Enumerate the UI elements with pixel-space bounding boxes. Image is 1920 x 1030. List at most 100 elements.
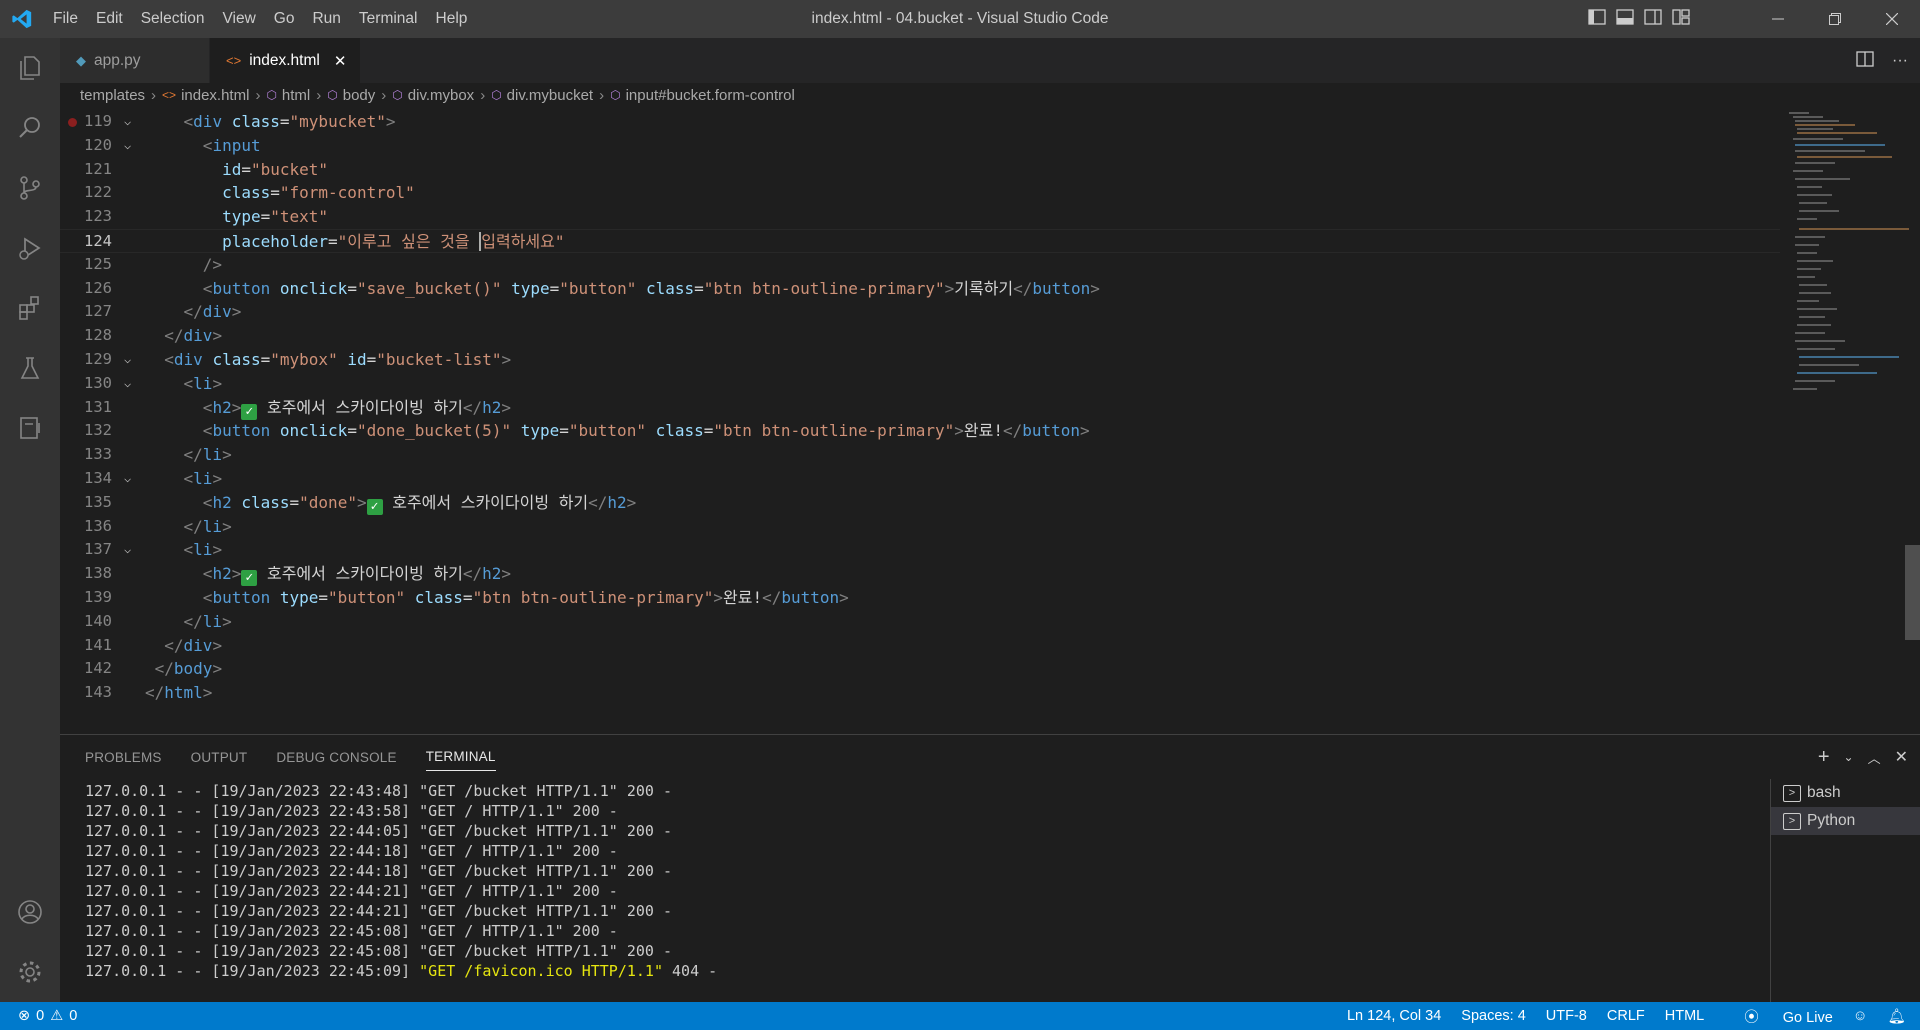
- code-line[interactable]: 140 </li>: [60, 610, 1780, 634]
- code-line[interactable]: 141 </div>: [60, 634, 1780, 658]
- warning-icon: ⚠: [50, 1008, 64, 1024]
- terminal-instance-python[interactable]: > Python: [1771, 807, 1920, 835]
- restore-icon[interactable]: [1806, 0, 1863, 38]
- code-line[interactable]: 142 </body>: [60, 657, 1780, 681]
- toggle-secondary-sidebar-icon[interactable]: [1644, 9, 1662, 29]
- search-icon[interactable]: [0, 98, 60, 158]
- code-line[interactable]: 119 ⌵ <div class="mybucket">: [60, 110, 1780, 134]
- code-line[interactable]: 132 <button onclick="done_bucket(5)" typ…: [60, 419, 1780, 443]
- terminal-instance-bash[interactable]: > bash: [1771, 779, 1920, 807]
- code-line[interactable]: 128 </div>: [60, 324, 1780, 348]
- code-text: <h2> ✓ 호주에서 스카이다이빙 하기</h2>: [202, 564, 512, 587]
- code-line[interactable]: 133 </li>: [60, 443, 1780, 467]
- chevron-down-icon[interactable]: ⌄: [1844, 750, 1854, 764]
- close-tab-icon[interactable]: ✕: [334, 52, 347, 70]
- breadcrumb-item[interactable]: <> index.html: [162, 87, 249, 104]
- code-line[interactable]: 130 ⌵ <li>: [60, 372, 1780, 396]
- chevron-right-icon: ›: [599, 86, 605, 104]
- go-live-button[interactable]: ⦿ Go Live: [1724, 1006, 1833, 1027]
- code-text: <li>: [183, 540, 223, 560]
- code-line[interactable]: 126 <button onclick="save_bucket()" type…: [60, 277, 1780, 301]
- fold-chevron-icon[interactable]: ⌵: [124, 110, 131, 134]
- code-editor[interactable]: 119 ⌵ <div class="mybucket"> 120 ⌵ <input …: [60, 110, 1920, 734]
- breadcrumb-item[interactable]: ⬡ input#bucket.form-control: [610, 87, 795, 104]
- tab-app-py[interactable]: ◆ app.py: [60, 38, 210, 83]
- code-line[interactable]: 139 <button type="button" class="btn btn…: [60, 586, 1780, 610]
- menu-go[interactable]: Go: [265, 0, 304, 38]
- indentation[interactable]: Spaces: 4: [1461, 1008, 1526, 1024]
- feedback-icon[interactable]: ☺: [1853, 1008, 1868, 1024]
- code-line[interactable]: 138 <h2> ✓ 호주에서 스카이다이빙 하기</h2>: [60, 562, 1780, 587]
- account-icon[interactable]: [0, 882, 60, 942]
- code-line[interactable]: 131 <h2> ✓ 호주에서 스카이다이빙 하기</h2>: [60, 396, 1780, 420]
- fold-chevron-icon[interactable]: ⌵: [124, 348, 131, 372]
- breadcrumb-item[interactable]: ⬡ div.mybucket: [491, 87, 593, 104]
- cursor-position[interactable]: Ln 124, Col 34: [1347, 1008, 1441, 1024]
- fold-chevron-icon[interactable]: ⌵: [124, 538, 131, 562]
- tab-output[interactable]: OUTPUT: [191, 744, 248, 771]
- code-text: <li>: [183, 373, 223, 393]
- terminal-output[interactable]: 127.0.0.1 - - [19/Jan/2023 22:43:48] "GE…: [85, 781, 1525, 991]
- code-line[interactable]: 135 <h2 class="done"> ✓ 호주에서 스카이다이빙 하기</h…: [60, 491, 1780, 515]
- menu-selection[interactable]: Selection: [132, 0, 214, 38]
- tab-debug-console[interactable]: DEBUG CONSOLE: [276, 744, 396, 771]
- fold-chevron-icon[interactable]: ⌵: [124, 467, 131, 491]
- code-line[interactable]: 123 type="text": [60, 205, 1780, 229]
- split-editor-icon[interactable]: [1856, 50, 1874, 71]
- minimap[interactable]: [1785, 108, 1909, 398]
- status-bar: ⊗ 0 ⚠ 0 Ln 124, Col 34 Spaces: 4 UTF-8 CRL…: [0, 1002, 1920, 1030]
- code-text: </li>: [183, 445, 232, 465]
- close-window-icon[interactable]: [1863, 0, 1920, 38]
- code-line[interactable]: 143 </html>: [60, 681, 1780, 705]
- menu-terminal[interactable]: Terminal: [350, 0, 427, 38]
- notifications-bell-icon[interactable]: 🔔︎: [1888, 1008, 1906, 1025]
- close-panel-icon[interactable]: ✕: [1895, 747, 1908, 767]
- code-line[interactable]: 137 ⌵ <li>: [60, 538, 1780, 562]
- fold-chevron-icon[interactable]: ⌵: [124, 134, 131, 158]
- menu-file[interactable]: File: [44, 0, 87, 38]
- menu-help[interactable]: Help: [427, 0, 477, 38]
- code-text: />: [202, 254, 223, 274]
- code-line-current[interactable]: 124 placeholder="이루고 싶은 것을 입력하세요": [60, 229, 1780, 253]
- new-terminal-icon[interactable]: +: [1818, 746, 1830, 769]
- toggle-panel-icon[interactable]: [1616, 9, 1634, 29]
- customize-layout-icon[interactable]: [1672, 9, 1690, 29]
- extensions-icon[interactable]: [0, 278, 60, 338]
- breadcrumb-item[interactable]: ⬡ html: [266, 87, 310, 104]
- encoding[interactable]: UTF-8: [1546, 1008, 1587, 1024]
- menu-view[interactable]: View: [213, 0, 264, 38]
- problems-status[interactable]: ⊗ 0 ⚠ 0: [18, 1002, 77, 1030]
- editor-scrollbar[interactable]: [1905, 545, 1920, 640]
- tab-terminal[interactable]: TERMINAL: [425, 743, 496, 771]
- code-line[interactable]: 127 </div>: [60, 300, 1780, 324]
- explorer-icon[interactable]: [0, 38, 60, 98]
- source-control-icon[interactable]: [0, 158, 60, 218]
- code-line[interactable]: 120 ⌵ <input: [60, 134, 1780, 158]
- settings-gear-icon[interactable]: [0, 942, 60, 1002]
- more-actions-icon[interactable]: ···: [1892, 52, 1908, 70]
- code-line[interactable]: 121 id="bucket": [60, 158, 1780, 182]
- remote-explorer-icon[interactable]: [0, 398, 60, 458]
- run-debug-icon[interactable]: [0, 218, 60, 278]
- code-line[interactable]: 125 />: [60, 253, 1780, 277]
- toggle-primary-sidebar-icon[interactable]: [1588, 9, 1606, 29]
- line-ending[interactable]: CRLF: [1607, 1008, 1645, 1024]
- terminal-line: 127.0.0.1 - - [19/Jan/2023 22:44:18] "GE…: [85, 862, 672, 880]
- broadcast-icon: ⦿: [1744, 1009, 1763, 1026]
- tab-problems[interactable]: PROBLEMS: [85, 744, 162, 771]
- language-mode[interactable]: HTML: [1665, 1008, 1704, 1024]
- menu-run[interactable]: Run: [303, 0, 349, 38]
- code-line[interactable]: 129 ⌵ <div class="mybox" id="bucket-list"…: [60, 348, 1780, 372]
- breadcrumb-item[interactable]: templates: [80, 87, 145, 104]
- tab-index-html[interactable]: <> index.html ✕: [210, 38, 362, 83]
- code-line[interactable]: 136 </li>: [60, 515, 1780, 539]
- menu-edit[interactable]: Edit: [87, 0, 132, 38]
- maximize-panel-icon[interactable]: ︿: [1868, 748, 1881, 767]
- minimize-icon[interactable]: [1749, 0, 1806, 38]
- testing-flask-icon[interactable]: [0, 338, 60, 398]
- code-line[interactable]: 122 class="form-control": [60, 181, 1780, 205]
- breadcrumb-item[interactable]: ⬡ body: [327, 87, 375, 104]
- breadcrumb-item[interactable]: ⬡ div.mybox: [392, 87, 474, 104]
- fold-chevron-icon[interactable]: ⌵: [124, 372, 131, 396]
- code-line[interactable]: 134 ⌵ <li>: [60, 467, 1780, 491]
